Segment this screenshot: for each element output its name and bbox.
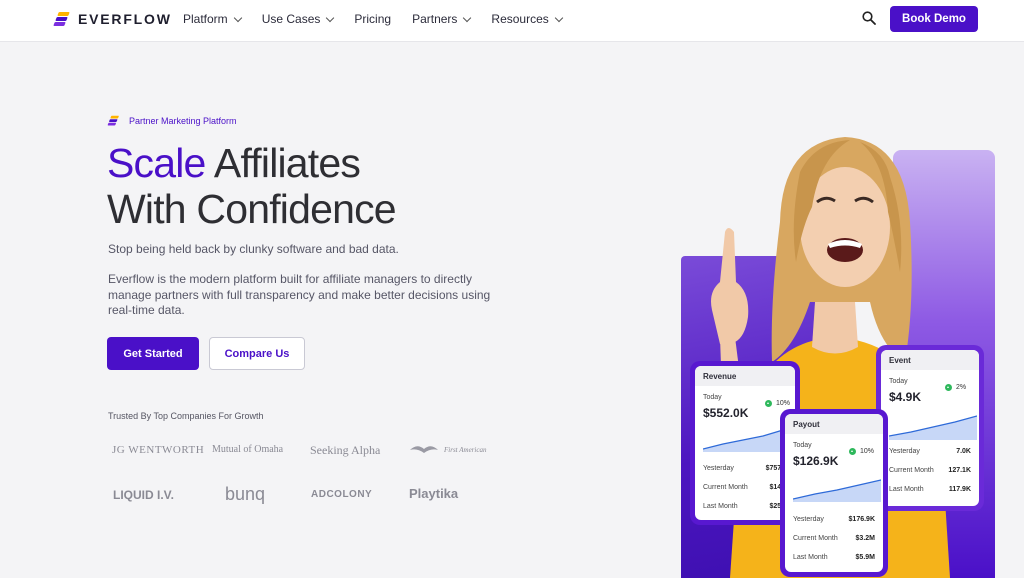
stat-label: Yesterday xyxy=(889,448,920,455)
brand-logo-bunq: bunq xyxy=(225,484,266,504)
nav-item-pricing[interactable]: Pricing xyxy=(354,12,391,26)
hero-title-line2: With Confidence xyxy=(107,186,397,232)
top-nav: EVERFLOW Platform Use Cases Pricing Part… xyxy=(0,0,1024,42)
stat-label: Current Month xyxy=(889,467,934,474)
change-indicator: 10% xyxy=(849,448,874,455)
everflow-logo-mark xyxy=(53,11,70,27)
stat-row: Yesterday $176.9K xyxy=(793,516,875,523)
stat-label: Yesterday xyxy=(703,465,734,472)
today-label: Today xyxy=(889,378,908,385)
stat-row: Yesterday 7.0K xyxy=(889,448,971,455)
stat-value: $176.9K xyxy=(848,516,875,523)
stat-label: Current Month xyxy=(703,484,748,491)
hero-title-line1: Affiliates xyxy=(205,140,361,186)
brand-logo-liquid-iv: LIQUID I.V. xyxy=(113,488,174,502)
nav-item-label: Resources xyxy=(491,12,549,26)
change-pct: 10% xyxy=(776,400,791,407)
eagle-icon xyxy=(410,446,438,453)
trend-chart xyxy=(793,479,881,502)
brand-logo-first-american: First American xyxy=(444,446,487,454)
compare-us-button[interactable]: Compare Us xyxy=(209,337,305,370)
chevron-down-icon xyxy=(326,13,335,22)
nav-item-label: Platform xyxy=(183,12,228,26)
today-value: $4.9K xyxy=(889,390,922,404)
stat-value: $3.2M xyxy=(855,535,875,542)
stat-value: $5.9M xyxy=(855,554,875,561)
stat-row: Last Month $5.9M xyxy=(793,554,875,561)
everflow-logo[interactable]: EVERFLOW xyxy=(53,11,172,27)
nav-item-resources[interactable]: Resources xyxy=(491,12,564,26)
payout-card: Payout Today $126.9K 10% Yesterday $176.9… xyxy=(780,409,888,577)
stat-row: Current Month $14.1 xyxy=(703,484,787,491)
stat-row: Last Month $25.9 xyxy=(703,503,787,510)
stat-label: Yesterday xyxy=(793,516,824,523)
today-value: $552.0K xyxy=(703,406,749,420)
nav-item-label: Use Cases xyxy=(261,12,321,26)
get-started-button[interactable]: Get Started xyxy=(107,337,199,370)
change-pct: 2% xyxy=(956,384,967,391)
stat-row: Yesterday $757.4 xyxy=(703,465,787,472)
hero-title: Scale Affiliates With Confidence xyxy=(107,140,397,232)
change-pct: 10% xyxy=(860,448,875,455)
stat-value: 7.0K xyxy=(956,448,971,455)
book-demo-button[interactable]: Book Demo xyxy=(890,6,978,32)
everflow-logo-mark xyxy=(107,115,120,126)
badge-label: Partner Marketing Platform xyxy=(129,115,237,126)
hero-subtitle: Stop being held back by clunky software … xyxy=(108,242,399,256)
change-indicator: 2% xyxy=(945,384,966,391)
brand-name: EVERFLOW xyxy=(78,11,172,27)
stat-value: 117.9K xyxy=(948,486,971,493)
stat-row: Current Month 127.1K xyxy=(889,467,971,474)
card-title: Payout xyxy=(785,414,883,434)
hero-title-accent: Scale xyxy=(107,140,206,186)
stat-row: Last Month 117.9K xyxy=(889,486,971,493)
stat-label: Last Month xyxy=(793,554,828,561)
nav-item-use-cases[interactable]: Use Cases xyxy=(261,12,335,26)
payout-card-body: Payout Today $126.9K 10% Yesterday $176.9… xyxy=(785,414,883,572)
brand-logo-mutual-of-omaha: Mutual of Omaha xyxy=(212,444,284,455)
stat-label: Last Month xyxy=(703,503,738,510)
nav-item-platform[interactable]: Platform xyxy=(183,12,242,26)
trusted-label: Trusted By Top Companies For Growth xyxy=(108,411,264,421)
arrow-up-icon xyxy=(765,400,772,407)
stat-label: Current Month xyxy=(793,535,838,542)
chevron-down-icon xyxy=(554,13,564,22)
chevron-down-icon xyxy=(463,13,472,22)
nav-item-label: Pricing xyxy=(354,12,392,26)
trend-chart xyxy=(889,415,977,440)
stat-row: Current Month $3.2M xyxy=(793,535,875,542)
arrow-up-icon xyxy=(945,384,952,391)
stat-label: Last Month xyxy=(889,486,924,493)
today-value: $126.9K xyxy=(793,454,839,468)
event-card-body: Event Today $4.9K 2% Yesterday 7.0K Curre… xyxy=(881,350,979,506)
arrow-up-icon xyxy=(849,448,856,455)
nav-item-label: Partners xyxy=(412,12,458,26)
nav-menu: Platform Use Cases Pricing Partners Reso… xyxy=(183,12,583,26)
brand-logo-playtika: Playtika xyxy=(409,486,459,501)
card-title: Revenue xyxy=(695,366,795,386)
search-icon[interactable] xyxy=(862,11,876,25)
brand-logo-adcolony: ADCOLONY xyxy=(311,489,373,500)
brand-logo-jg-wentworth: JG WENTWORTH xyxy=(112,444,205,456)
change-indicator: 10% xyxy=(765,400,790,407)
nav-item-partners[interactable]: Partners xyxy=(412,12,472,26)
hero-description: Everflow is the modern platform built fo… xyxy=(108,272,491,317)
event-card: Event Today $4.9K 2% Yesterday 7.0K Curre… xyxy=(876,345,984,511)
hero-badge: Partner Marketing Platform xyxy=(107,115,237,126)
brand-logo-seeking-alpha: Seeking Alpha xyxy=(310,443,381,457)
card-title: Event xyxy=(881,350,979,370)
today-label: Today xyxy=(703,394,722,401)
today-label: Today xyxy=(793,442,812,449)
chevron-down-icon xyxy=(233,13,242,22)
stat-value: 127.1K xyxy=(948,467,971,474)
